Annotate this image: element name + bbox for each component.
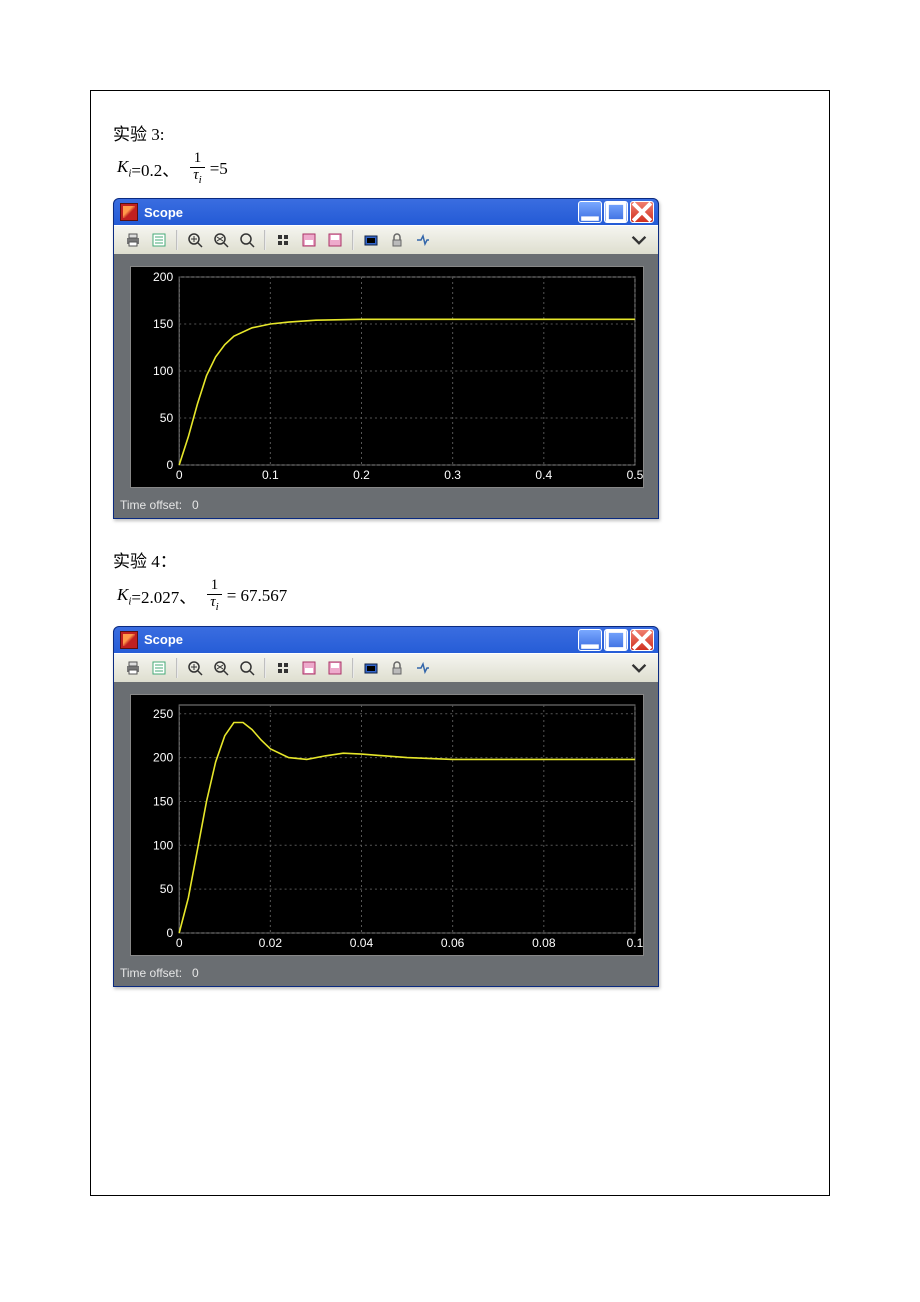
window-title: Scope	[144, 632, 578, 647]
svg-text:250: 250	[153, 706, 173, 720]
svg-text:0.06: 0.06	[441, 936, 465, 950]
svg-text:0.2: 0.2	[353, 468, 370, 482]
experiment3-formula: Ki =0.2、 1 τi =5	[117, 151, 809, 186]
scope-plot-1[interactable]: 0 50 100 150 200 0 0.1 0.2 0.3 0.4 0.5	[130, 266, 644, 488]
save-config-icon[interactable]	[298, 229, 320, 251]
experiment4-label: 实验 4：	[113, 547, 809, 572]
zoom-in-icon[interactable]	[184, 657, 206, 679]
toolbar-separator	[264, 658, 266, 678]
maximize-button[interactable]	[604, 629, 628, 651]
titlebar[interactable]: Scope	[114, 199, 658, 225]
lock-icon[interactable]	[386, 229, 408, 251]
svg-text:200: 200	[153, 270, 173, 284]
plot-area: 0 50 100 150 200 250 0 0.02 0.04 0.06 0.08 0.1	[114, 682, 658, 962]
maximize-button[interactable]	[604, 201, 628, 223]
signal-selection-icon[interactable]	[412, 657, 434, 679]
toolbar-separator	[352, 230, 354, 250]
parameters-icon[interactable]	[148, 229, 170, 251]
svg-text:50: 50	[160, 411, 174, 425]
svg-text:0.5: 0.5	[627, 468, 644, 482]
floating-scope-icon[interactable]	[360, 229, 382, 251]
svg-text:100: 100	[153, 838, 173, 852]
time-offset-bar: Time offset: 0	[114, 962, 658, 986]
experiment3-label: 实验 3:	[113, 120, 809, 145]
toolbar-separator	[176, 230, 178, 250]
svg-text:0: 0	[166, 926, 173, 940]
minimize-button[interactable]	[578, 629, 602, 651]
zoom-x-icon[interactable]	[210, 229, 232, 251]
parameters-icon[interactable]	[148, 657, 170, 679]
svg-text:0.02: 0.02	[259, 936, 283, 950]
print-icon[interactable]	[122, 657, 144, 679]
dropdown-icon[interactable]	[628, 229, 650, 251]
lock-icon[interactable]	[386, 657, 408, 679]
zoom-in-icon[interactable]	[184, 229, 206, 251]
zoom-x-icon[interactable]	[210, 657, 232, 679]
svg-text:0: 0	[176, 468, 183, 482]
page-frame: 实验 3: Ki =0.2、 1 τi =5 Scope	[90, 90, 830, 1196]
signal-selection-icon[interactable]	[412, 229, 434, 251]
floating-scope-icon[interactable]	[360, 657, 382, 679]
toolbar-separator	[352, 658, 354, 678]
svg-text:0.08: 0.08	[532, 936, 556, 950]
restore-config-icon[interactable]	[324, 657, 346, 679]
toolbar-separator	[264, 230, 266, 250]
fraction: 1 τi	[206, 578, 222, 613]
toolbar-separator	[176, 658, 178, 678]
svg-text:50: 50	[160, 882, 174, 896]
svg-text:0.1: 0.1	[627, 936, 644, 950]
svg-text:0.3: 0.3	[444, 468, 461, 482]
matlab-icon	[120, 631, 138, 649]
titlebar[interactable]: Scope	[114, 627, 658, 653]
experiment4-formula: Ki =2.027、 1 τi = 67.567	[117, 578, 809, 613]
matlab-icon	[120, 203, 138, 221]
scope-window-1: Scope	[113, 198, 659, 519]
zoom-y-icon[interactable]	[236, 657, 258, 679]
toolbar	[114, 653, 658, 682]
close-button[interactable]	[630, 629, 654, 651]
close-button[interactable]	[630, 201, 654, 223]
print-icon[interactable]	[122, 229, 144, 251]
svg-text:0.04: 0.04	[350, 936, 374, 950]
svg-text:0.4: 0.4	[535, 468, 552, 482]
plot-area: 0 50 100 150 200 0 0.1 0.2 0.3 0.4 0.5	[114, 254, 658, 494]
autoscale-icon[interactable]	[272, 229, 294, 251]
svg-text:0.1: 0.1	[262, 468, 279, 482]
autoscale-icon[interactable]	[272, 657, 294, 679]
zoom-y-icon[interactable]	[236, 229, 258, 251]
time-offset-bar: Time offset: 0	[114, 494, 658, 518]
svg-text:0: 0	[166, 458, 173, 472]
minimize-button[interactable]	[578, 201, 602, 223]
toolbar	[114, 225, 658, 254]
svg-text:150: 150	[153, 317, 173, 331]
restore-config-icon[interactable]	[324, 229, 346, 251]
svg-text:200: 200	[153, 750, 173, 764]
scope-plot-2[interactable]: 0 50 100 150 200 250 0 0.02 0.04 0.06 0.08 0.1	[130, 694, 644, 956]
window-title: Scope	[144, 205, 578, 220]
fraction: 1 τi	[189, 151, 205, 186]
svg-text:0: 0	[176, 936, 183, 950]
save-config-icon[interactable]	[298, 657, 320, 679]
scope-window-2: Scope 0 50 100 150 200 250	[113, 626, 659, 987]
svg-text:100: 100	[153, 364, 173, 378]
svg-text:150: 150	[153, 794, 173, 808]
dropdown-icon[interactable]	[628, 657, 650, 679]
